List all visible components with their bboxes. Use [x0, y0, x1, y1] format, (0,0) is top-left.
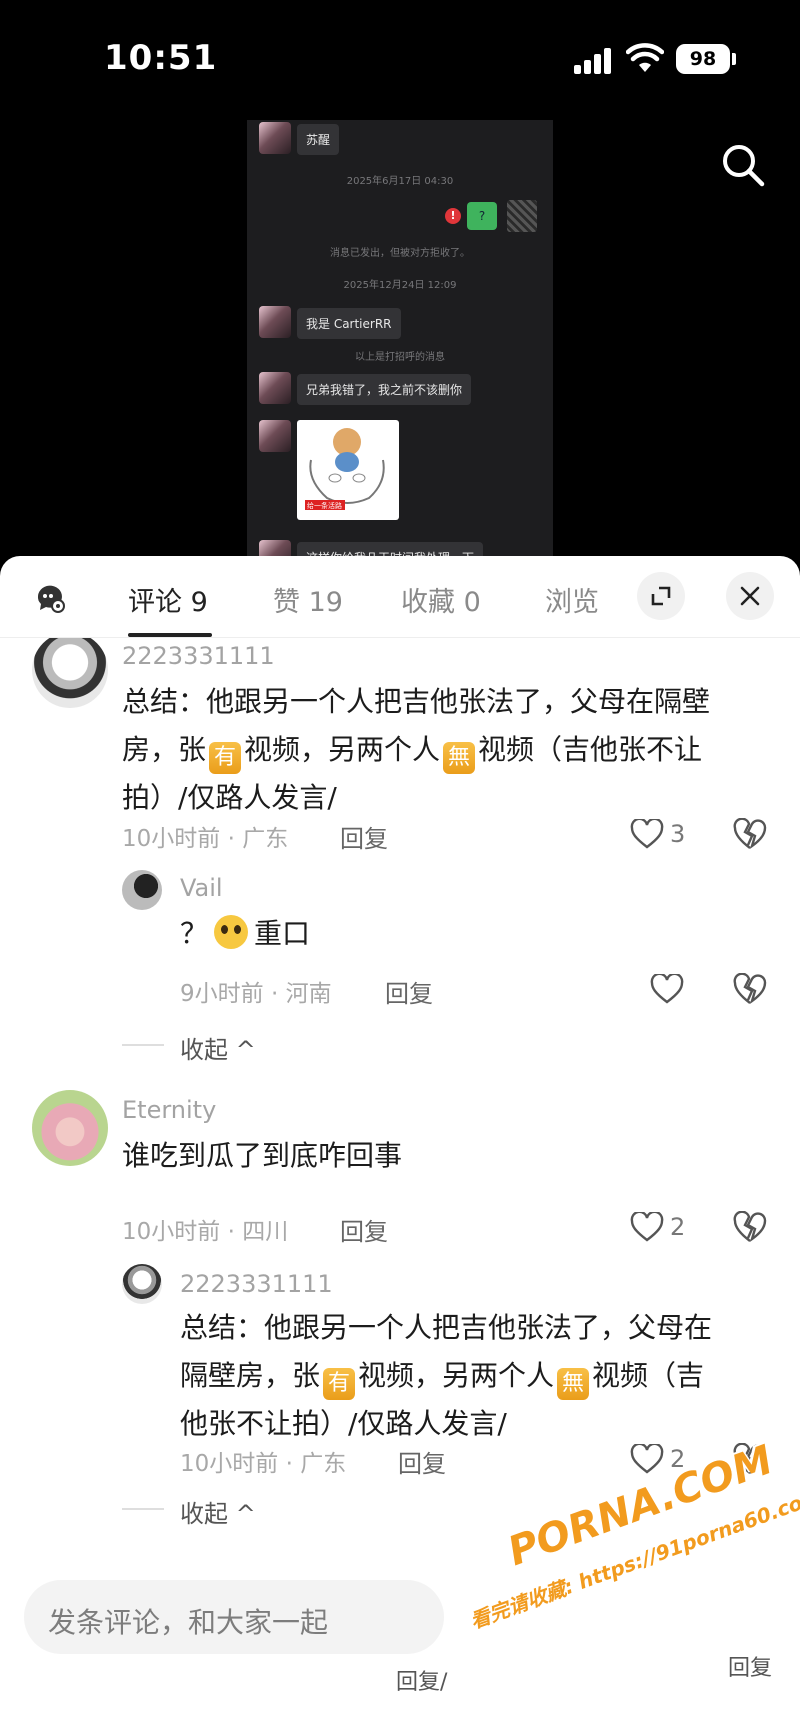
chat-bubble: 兄弟我错了，我之前不该删你	[297, 374, 472, 405]
search-icon[interactable]	[718, 140, 768, 190]
chat-avatar	[259, 420, 291, 452]
chat-bubble: 苏醒	[297, 124, 340, 155]
chat-my-bubble: ?	[467, 202, 497, 230]
avatar[interactable]	[32, 1090, 108, 1166]
chat-my-avatar	[507, 200, 537, 232]
pleading-face-emoji	[214, 915, 249, 949]
chat-system-text: 2025年6月17日 04:30	[346, 176, 454, 187]
tab-likes[interactable]: 赞 19	[273, 580, 343, 619]
reply-username[interactable]: Vail	[180, 874, 223, 902]
reply-username[interactable]: 2223331111	[180, 1270, 333, 1298]
cellular-signal-icon	[574, 46, 614, 74]
chat-avatar	[259, 122, 291, 154]
comment-meta: 10小时前 · 广东	[122, 826, 289, 852]
like-count: 3	[670, 820, 686, 848]
reply-button[interactable]: 回复	[385, 974, 433, 1009]
comment-username[interactable]: 2223331111	[122, 642, 275, 670]
dislike-icon[interactable]	[733, 1211, 767, 1243]
reply-text: ？重口	[180, 915, 311, 950]
collapse-replies-button[interactable]: 收起 ^	[180, 1494, 256, 1529]
status-time: 10:51	[104, 38, 218, 78]
active-tab-indicator	[128, 633, 212, 637]
reply-meta: 9小时前 · 河南	[180, 981, 332, 1007]
sticker-caption: 给一条活路	[307, 501, 342, 510]
chat-screenshot: 苏醒 2025年6月17日 04:30 ! ? 消息已发出，但被对方拒收了。 2…	[247, 120, 553, 570]
battery-indicator: 98	[676, 44, 730, 74]
battery-tip	[732, 53, 736, 65]
like-icon[interactable]	[650, 974, 684, 1004]
comment-text: 总结：他跟另一个人把吉他张法了，父母在隔壁 房，张有视频，另两个人無视频（吉他张…	[122, 685, 711, 814]
collapse-divider	[122, 1508, 164, 1510]
comment-text: 谁吃到瓜了到底咋回事	[122, 1139, 403, 1172]
tab-views[interactable]: 浏览	[545, 580, 599, 619]
comment-input-placeholder: 发条评论，和大家一起	[48, 1606, 329, 1639]
comment-settings-icon[interactable]	[34, 582, 66, 614]
collapse-replies-button[interactable]: 收起 ^	[180, 1030, 256, 1065]
dislike-icon[interactable]	[733, 818, 767, 850]
comment-username[interactable]: Eternity	[122, 1096, 216, 1124]
avatar[interactable]	[122, 1264, 162, 1304]
avatar[interactable]	[122, 870, 162, 910]
chat-system-text: 2025年12月24日 12:09	[343, 280, 457, 291]
comment-meta: 10小时前 · 四川	[122, 1219, 289, 1245]
emoji-badge: 有	[209, 742, 242, 774]
expand-icon	[651, 586, 671, 606]
like-icon[interactable]	[630, 1212, 664, 1242]
chat-bubble: 我是 CartierRR	[297, 308, 401, 339]
close-icon	[740, 586, 760, 606]
reply-button[interactable]: 回复	[398, 1444, 446, 1479]
dislike-icon[interactable]	[733, 973, 767, 1005]
close-button[interactable]	[726, 572, 774, 620]
chat-system-text: 消息已发出，但被对方拒收了。	[330, 248, 470, 259]
emoji-badge: 無	[443, 742, 476, 774]
wifi-icon	[626, 43, 664, 72]
chat-system-text: 以上是打招呼的消息	[355, 352, 445, 363]
like-count: 2	[670, 1213, 686, 1241]
reply-meta: 10小时前 · 广东	[180, 1451, 347, 1477]
like-icon[interactable]	[630, 819, 664, 849]
send-error-icon: !	[445, 208, 461, 224]
avatar[interactable]	[32, 638, 108, 708]
chat-avatar	[259, 372, 291, 404]
tab-comments[interactable]: 评论 9	[128, 580, 208, 619]
chat-sticker-image: 给一条活路	[297, 420, 399, 520]
tab-favorites[interactable]: 收藏 0	[401, 580, 481, 619]
reply-button[interactable]: 回复	[340, 1212, 388, 1247]
chat-avatar	[259, 306, 291, 338]
bottom-fragment: 回复/	[396, 1670, 448, 1695]
video-area: 10:51 98 苏醒 2025年6月17日 04:30 ! ? 消息已发出，但…	[0, 0, 800, 570]
emoji-badge: 無	[557, 1368, 590, 1400]
reply-button[interactable]: 回复	[340, 819, 388, 854]
collapse-divider	[122, 1044, 164, 1046]
comment-tabs: 评论 9 赞 19 收藏 0 浏览	[0, 556, 800, 638]
expand-button[interactable]	[637, 572, 685, 620]
emoji-badge: 有	[323, 1368, 356, 1400]
